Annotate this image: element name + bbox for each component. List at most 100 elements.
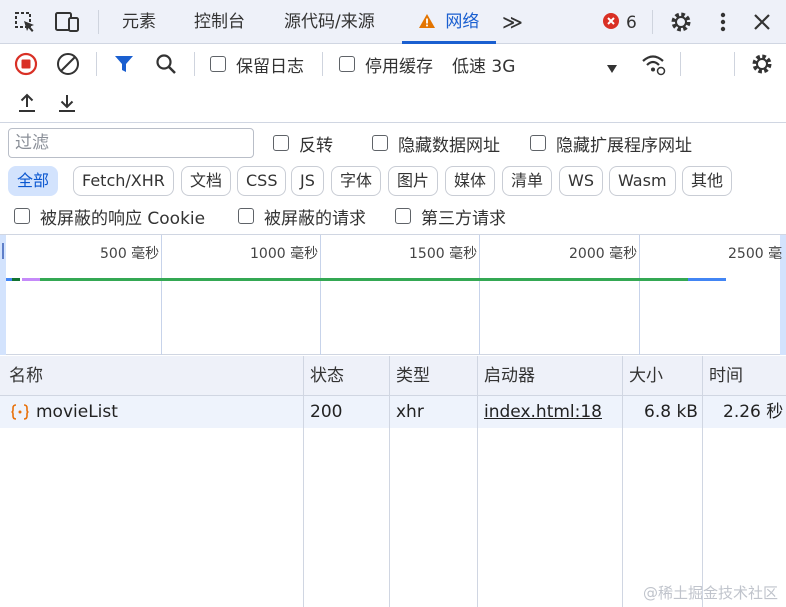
request-name[interactable]: movieList [36, 396, 118, 428]
active-tab-indicator [402, 41, 496, 44]
network-settings-gear-icon[interactable] [750, 52, 774, 81]
error-counter[interactable]: 6 [602, 12, 637, 34]
clear-icon[interactable] [56, 52, 80, 81]
network-overview[interactable]: 500 毫秒 1000 毫秒 1500 毫秒 2000 毫秒 2500 毫 [0, 234, 786, 355]
column-divider[interactable] [303, 356, 304, 607]
settings-gear-icon[interactable] [668, 9, 694, 35]
type-filter-doc[interactable]: 文档 [181, 166, 232, 196]
preserve-log-checkbox[interactable] [210, 56, 226, 72]
tick-label: 2000 毫秒 [569, 246, 638, 262]
grid-line [161, 235, 162, 355]
overview-left-grip [2, 243, 4, 259]
devtools-tab-bar: 元素 控制台 源代码/来源 网络 ≫ 6 [0, 0, 786, 44]
tick-label: 2500 毫 [728, 246, 783, 262]
col-header-initiator[interactable]: 启动器 [484, 356, 535, 396]
type-filter-css[interactable]: CSS [237, 166, 287, 196]
timeline-bar-purple [22, 278, 40, 281]
invert-checkbox[interactable] [273, 135, 289, 151]
divider [680, 52, 681, 76]
type-filter-img[interactable]: 图片 [388, 166, 439, 196]
tab-console[interactable]: 控制台 [194, 0, 245, 44]
throttling-value: 低速 3G [452, 57, 516, 77]
disable-cache-label: 停用缓存 [365, 57, 433, 77]
type-filter-js[interactable]: JS [291, 166, 324, 196]
error-count: 6 [626, 13, 637, 33]
divider [96, 52, 97, 76]
stop-recording-icon[interactable] [14, 52, 38, 81]
tick-label: 1000 毫秒 [250, 246, 319, 262]
blocked-cookies-checkbox[interactable] [14, 208, 30, 224]
request-type: xhr [396, 402, 424, 422]
tick-label: 1500 毫秒 [409, 246, 478, 262]
col-header-time[interactable]: 时间 [709, 356, 743, 396]
search-icon[interactable] [154, 52, 178, 81]
table-row[interactable]: movieList 200 xhr index.html:18 6.8 kB 2… [0, 396, 786, 428]
timeline-bar-green [40, 278, 688, 281]
type-filter-wasm[interactable]: Wasm [609, 166, 676, 196]
type-filter-ws[interactable]: WS [559, 166, 603, 196]
request-time: 2.26 秒 [723, 402, 784, 422]
close-icon[interactable] [749, 9, 775, 35]
third-party-checkbox[interactable] [395, 208, 411, 224]
tick-label: 500 毫秒 [100, 246, 160, 262]
blocked-cookies-label: 被屏蔽的响应 Cookie [40, 209, 206, 229]
type-filter-manifest[interactable]: 清单 [502, 166, 553, 196]
import-har-icon[interactable] [16, 92, 38, 119]
type-filter-other[interactable]: 其他 [682, 166, 733, 196]
request-size: 6.8 kB [644, 402, 698, 422]
column-divider[interactable] [477, 356, 478, 607]
network-conditions-wifi-icon[interactable] [640, 52, 666, 81]
preserve-log-label: 保留日志 [236, 57, 304, 77]
disable-cache-checkbox[interactable] [339, 56, 355, 72]
grid-line [639, 235, 640, 355]
device-toolbar-icon[interactable] [54, 9, 80, 35]
col-header-name[interactable]: 名称 [9, 356, 43, 396]
request-initiator-link[interactable]: index.html:18 [484, 396, 602, 428]
column-divider[interactable] [389, 356, 390, 607]
col-header-size[interactable]: 大小 [629, 356, 663, 396]
request-table-header: 名称 状态 类型 启动器 大小 时间 [0, 356, 786, 396]
hide-data-urls-checkbox[interactable] [372, 135, 388, 151]
export-har-icon[interactable] [56, 92, 78, 119]
type-filter-all[interactable]: 全部 [8, 166, 59, 196]
column-divider[interactable] [702, 356, 703, 607]
tab-sources[interactable]: 源代码/来源 [284, 0, 375, 44]
toolbar-divider [0, 122, 786, 123]
divider [652, 10, 653, 34]
hide-extension-urls-checkbox[interactable] [530, 135, 546, 151]
xhr-fetch-icon [11, 404, 29, 425]
tab-elements[interactable]: 元素 [122, 0, 156, 44]
filter-icon[interactable] [113, 53, 135, 80]
throttling-select[interactable]: 低速 3G [452, 52, 622, 79]
column-divider[interactable] [622, 356, 623, 607]
third-party-label: 第三方请求 [421, 209, 506, 229]
grid-line [320, 235, 321, 355]
timeline-bar-download [688, 278, 726, 281]
type-filter-font[interactable]: 字体 [331, 166, 382, 196]
blocked-requests-checkbox[interactable] [238, 208, 254, 224]
invert-label: 反转 [299, 136, 333, 156]
tab-network-label: 网络 [445, 12, 480, 32]
tab-network[interactable]: 网络 [418, 0, 479, 44]
hide-extension-urls-label: 隐藏扩展程序网址 [556, 136, 692, 156]
request-status: 200 [310, 402, 343, 422]
inspect-element-icon[interactable] [12, 9, 38, 35]
divider [322, 52, 323, 76]
watermark: @稀土掘金技术社区 [642, 584, 778, 602]
grid-line [479, 235, 480, 355]
chevron-down-icon [606, 59, 618, 79]
type-filter-fetch-xhr[interactable]: Fetch/XHR [73, 166, 174, 196]
warning-icon [418, 2, 436, 46]
divider [98, 10, 99, 34]
col-header-type[interactable]: 类型 [396, 356, 430, 396]
divider [194, 52, 195, 76]
more-tabs-button[interactable]: ≫ [502, 0, 523, 44]
col-header-status[interactable]: 状态 [310, 356, 344, 396]
type-filter-media[interactable]: 媒体 [445, 166, 496, 196]
timeline-bar-dark [12, 278, 20, 281]
more-options-icon[interactable] [710, 9, 736, 35]
filter-input[interactable] [8, 128, 254, 158]
hide-data-urls-label: 隐藏数据网址 [398, 136, 500, 156]
error-icon [602, 12, 620, 35]
blocked-requests-label: 被屏蔽的请求 [264, 209, 366, 229]
